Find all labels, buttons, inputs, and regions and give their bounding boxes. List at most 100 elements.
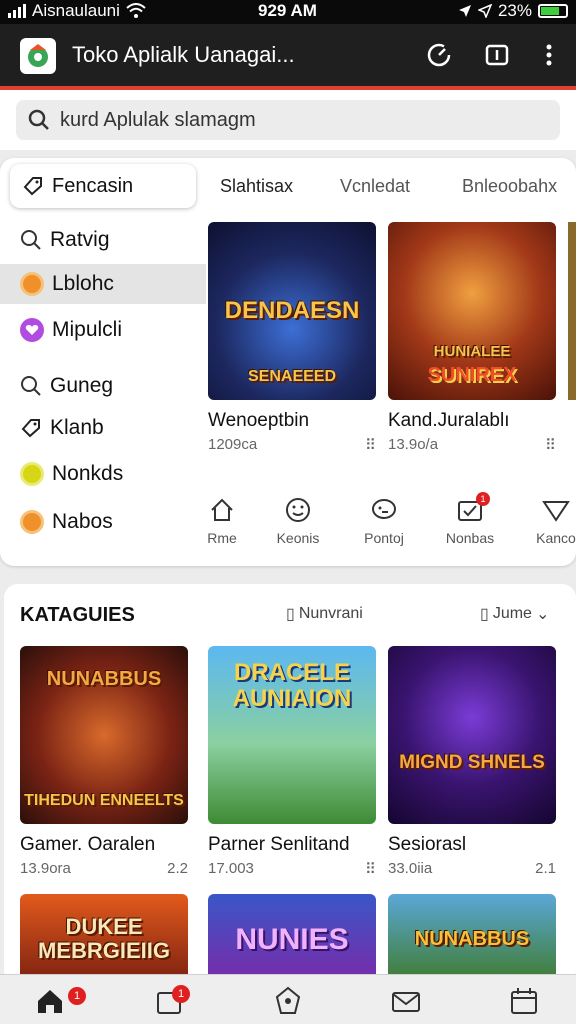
game-card[interactable]: NUNIES <box>208 894 376 984</box>
game-meta: 33.0iia <box>388 860 433 877</box>
more-icon[interactable]: ⠿ <box>365 860 376 878</box>
cover-subtitle: SENAEEED <box>247 368 337 386</box>
quick-action-nonbas[interactable]: 1 Nonbas <box>430 492 510 546</box>
game-cover: MIGND SHNELS <box>388 646 556 824</box>
game-card[interactable]: MIGND SHNELS Sesiorasl 33.0iia 2.1 <box>388 646 556 877</box>
compass-icon[interactable] <box>272 985 304 1017</box>
quick-action-label: Pontoj <box>364 530 404 546</box>
sidebar-item-nabos[interactable]: Nabos <box>0 502 206 542</box>
sidebar-item-label: Klanb <box>50 416 104 439</box>
filter-a[interactable]: ▯ Nunvrani <box>286 604 363 624</box>
mail-icon[interactable] <box>390 985 422 1017</box>
more-menu-icon[interactable] <box>534 40 564 70</box>
game-meta-right: 2.2 <box>167 860 188 877</box>
game-cover: DENDAESN SENAEEED <box>208 222 376 400</box>
orange-dot-icon <box>20 272 44 296</box>
sidebar-item-label: Guneg <box>50 374 114 397</box>
quick-actions: Rme Keonis Pontoj 1 Nonbas Kanco <box>196 492 576 556</box>
quick-action-kanco[interactable]: Kanco <box>516 496 576 546</box>
featured-game-card[interactable]: SUNIREX HUNIALEE Kand.Juralablı 13.9o/a ⠿ <box>388 222 556 454</box>
site-logo[interactable] <box>20 38 56 74</box>
tab-bnleoobahx[interactable]: Bnleoobahx <box>462 176 557 197</box>
reload-icon[interactable] <box>424 40 454 70</box>
search-icon <box>21 230 41 250</box>
quick-action-label: Keonis <box>276 530 320 546</box>
filter-b[interactable]: ▯ Jume ⌄ <box>480 604 549 624</box>
sidebar-item-klanb[interactable]: Klanb <box>0 408 206 448</box>
notification-badge: 1 <box>172 985 190 1003</box>
home-icon <box>211 498 233 521</box>
game-card[interactable]: DRACELE AUNIAION Parner Senlitand 17.003… <box>208 646 376 878</box>
cover-subtitle: TIHEDUN ENNEELTS <box>24 792 184 810</box>
wifi-icon <box>126 3 146 18</box>
filter-label: Nunvrani <box>298 605 363 622</box>
filter-icon: ▯ <box>480 606 489 623</box>
featured-game-card[interactable]: DENDAESN SENAEEED Wenoeptbin 1209ca ⠿ <box>208 222 376 454</box>
battery-icon <box>538 4 568 18</box>
quick-action-label: Rme <box>207 530 237 546</box>
game-name: Sesiorasl <box>388 834 467 855</box>
cover-title: DENDAESN <box>224 296 360 324</box>
search-input[interactable]: kurd Aplulak slamagm <box>16 100 560 140</box>
search-placeholder: kurd Aplulak slamagm <box>60 108 256 131</box>
game-card[interactable]: NUNABBUS <box>388 894 556 984</box>
chat-icon <box>372 499 396 519</box>
tag-icon <box>21 419 40 438</box>
cover-title: DRACELE AUNIAION <box>232 659 352 713</box>
tab-slahtisax[interactable]: Slahtisax <box>220 176 293 197</box>
arrow-icon <box>477 4 492 18</box>
location-icon <box>458 5 471 17</box>
sidebar-item-label: Ratvig <box>50 228 110 251</box>
heart-icon <box>20 318 44 342</box>
cover-title: DUKEE MEBRGIEIIG <box>37 913 170 963</box>
filter-icon: ▯ <box>286 606 295 623</box>
game-card[interactable]: DUKEE MEBRGIEIIG <box>20 894 188 984</box>
tab-vcnledat[interactable]: Vcnledat <box>340 176 410 197</box>
more-icon[interactable]: ⠿ <box>365 436 376 454</box>
cover-title: NUNABBUS <box>414 928 530 950</box>
triangle-icon <box>542 501 570 522</box>
notification-badge: 1 <box>476 492 490 506</box>
quick-action-label: Nonbas <box>445 530 495 546</box>
clock: 929 AM <box>258 1 317 20</box>
browser-toolbar: Toko Aplialk Uanagai... <box>0 24 576 86</box>
game-name: Gamer. Oaralen <box>20 834 156 855</box>
battery-percent: 23% <box>497 1 532 20</box>
sidebar-item-mipulcli[interactable]: Mipulcli <box>0 310 206 350</box>
calendar-icon[interactable] <box>508 985 540 1017</box>
sidebar-pinned-button[interactable]: Fencasin <box>10 164 196 208</box>
game-card[interactable]: NUNABBUS TIHEDUN ENNEELTS Gamer. Oaralen… <box>20 646 188 877</box>
game-cover: DUKEE MEBRGIEIIG <box>20 894 188 984</box>
carrier-name: Aisnaulauni <box>32 1 120 20</box>
game-cover: NUNIES <box>208 894 376 984</box>
orange-dot-icon <box>20 510 44 534</box>
quick-action-keonis[interactable]: Keonis <box>258 496 338 546</box>
cover-title: MIGND SHNELS <box>399 752 545 774</box>
game-meta-right: 2.1 <box>535 860 556 877</box>
quick-action-label: Kanco <box>536 530 576 546</box>
featured-panel: Fencasin Ratvig Lblohc Mipulcli Guneg Kl… <box>0 158 576 566</box>
game-meta: 17.003 <box>208 860 254 877</box>
game-cover: NUNABBUS TIHEDUN ENNEELTS <box>20 646 188 824</box>
sidebar-item-ratvig[interactable]: Ratvig <box>0 220 206 260</box>
more-icon[interactable]: ⠿ <box>545 436 556 454</box>
game-name: Kand.Juralablı <box>388 410 510 431</box>
signal-icon <box>8 4 26 18</box>
game-meta: 13.9o/a <box>388 436 439 453</box>
categories-section: KATAGUIES ▯ Nunvrani ▯ Jume ⌄ NUNABBUS TIHE… <box>4 584 576 984</box>
sidebar-item-lblohc[interactable]: Lblohc <box>0 264 206 304</box>
quick-action-rme[interactable]: Rme <box>182 496 262 546</box>
sidebar-item-guneg[interactable]: Guneg <box>0 366 206 406</box>
sidebar-item-label: Mipulcli <box>52 318 123 341</box>
tabs-icon[interactable] <box>482 40 512 70</box>
game-cover: SUNIREX HUNIALEE <box>388 222 556 400</box>
sidebar-item-label: Nonkds <box>52 462 124 485</box>
section-heading: KATAGUIES <box>20 604 135 626</box>
game-cover: DRACELE AUNIAION <box>208 646 376 824</box>
quick-action-pontoj[interactable]: Pontoj <box>344 496 424 546</box>
home-icon[interactable] <box>34 985 66 1017</box>
search-area: kurd Aplulak slamagm <box>0 90 576 150</box>
filter-label: Jume <box>492 605 532 622</box>
page-title: Toko Aplialk Uanagai... <box>72 42 295 67</box>
sidebar-item-nonkds[interactable]: Nonkds <box>0 454 206 494</box>
